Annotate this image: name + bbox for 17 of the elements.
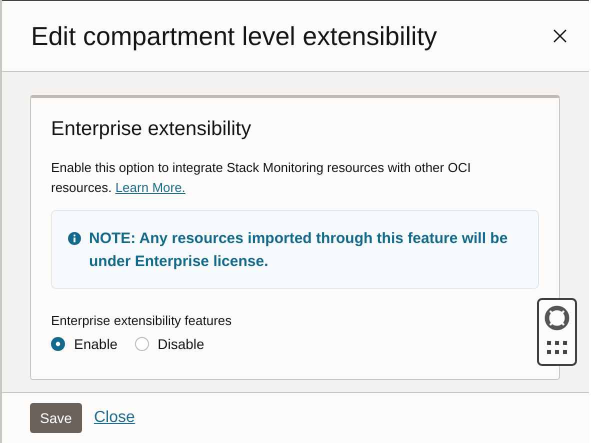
save-button[interactable]: Save <box>30 403 82 433</box>
lifebuoy-icon <box>544 305 570 331</box>
close-link[interactable]: Close <box>94 409 135 427</box>
grid-icon <box>547 341 567 354</box>
description: Enable this option to integrate Stack Monitoring resources with other OCI resources. Learn More. <box>51 159 472 197</box>
radio-option[interactable]: Enable <box>51 336 118 352</box>
note-text: NOTE: Any resources imported through this feature will be under Enterprise license. <box>89 229 509 272</box>
radio-button[interactable] <box>134 337 149 351</box>
help-widget[interactable] <box>537 298 577 366</box>
info-icon <box>68 232 81 245</box>
radio-option[interactable]: Disable <box>134 336 204 352</box>
radio-group-label: Enterprise extensibility features <box>51 313 233 328</box>
learn-more-link[interactable]: Learn More. <box>115 180 186 195</box>
dialog-title: Edit compartment level extensibility <box>31 20 438 52</box>
card-heading: Enterprise extensibility <box>51 118 252 141</box>
close-icon[interactable] <box>553 29 567 43</box>
radio-button[interactable] <box>51 337 65 351</box>
